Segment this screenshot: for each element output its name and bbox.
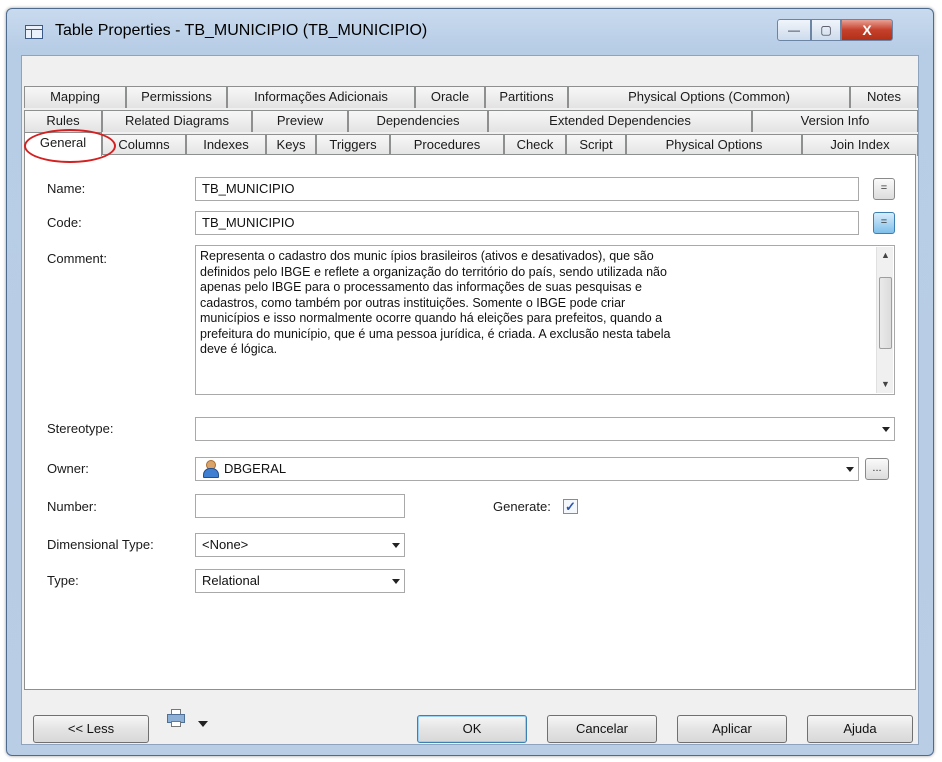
title-bar[interactable]: Table Properties - TB_MUNICIPIO (TB_MUNI… — [7, 9, 933, 51]
tab-row-1: Mapping Permissions Informações Adiciona… — [24, 86, 918, 108]
comment-line: municípios e isso normalmente ocorre qua… — [200, 311, 663, 325]
tab-triggers[interactable]: Triggers — [316, 134, 390, 156]
name-label: Name: — [47, 181, 86, 196]
comment-line: apenas pelo IBGE para o processamento da… — [200, 280, 642, 294]
generate-checkbox[interactable]: ✓ — [563, 499, 578, 514]
tab-extended-dependencies[interactable]: Extended Dependencies — [488, 110, 752, 132]
tab-permissions[interactable]: Permissions — [126, 86, 227, 108]
name-code-link-button[interactable]: = — [873, 178, 895, 200]
scroll-up-icon[interactable]: ▲ — [877, 247, 894, 264]
table-icon — [25, 25, 43, 39]
window-title: Table Properties - TB_MUNICIPIO (TB_MUNI… — [55, 22, 428, 39]
ok-button[interactable]: OK — [417, 715, 527, 743]
number-label: Number: — [47, 499, 97, 514]
tab-row-2: Rules Related Diagrams Preview Dependenc… — [24, 110, 918, 132]
minimize-button[interactable]: — — [777, 19, 811, 41]
type-select[interactable]: Relational — [195, 569, 405, 593]
scroll-thumb[interactable] — [879, 277, 892, 349]
help-button[interactable]: Ajuda — [807, 715, 913, 743]
code-field[interactable]: TB_MUNICIPIO — [195, 211, 859, 235]
tab-script[interactable]: Script — [566, 134, 626, 156]
dimensional-type-value: <None> — [202, 537, 249, 552]
dimensional-type-select[interactable]: <None> — [195, 533, 405, 557]
tab-notes[interactable]: Notes — [850, 86, 918, 108]
tab-indexes[interactable]: Indexes — [186, 134, 266, 156]
number-field[interactable] — [195, 494, 405, 518]
owner-label: Owner: — [47, 461, 89, 476]
cancel-button[interactable]: Cancelar — [547, 715, 657, 743]
tab-partitions[interactable]: Partitions — [485, 86, 568, 108]
owner-value: DBGERAL — [224, 461, 287, 476]
print-icon[interactable] — [167, 709, 185, 727]
highlight-circle — [24, 129, 116, 163]
tab-procedures[interactable]: Procedures — [390, 134, 504, 156]
owner-properties-button[interactable]: ... — [865, 458, 889, 480]
dimensional-type-label: Dimensional Type: — [47, 537, 154, 552]
user-icon — [202, 460, 219, 478]
table-properties-window: Table Properties - TB_MUNICIPIO (TB_MUNI… — [6, 8, 934, 756]
tab-check[interactable]: Check — [504, 134, 566, 156]
chevron-down-icon — [846, 467, 854, 472]
tab-oracle[interactable]: Oracle — [415, 86, 485, 108]
type-label: Type: — [47, 573, 79, 588]
tab-related-diagrams[interactable]: Related Diagrams — [102, 110, 252, 132]
tab-keys[interactable]: Keys — [266, 134, 316, 156]
scroll-down-icon[interactable]: ▼ — [877, 376, 894, 393]
tab-physical-options[interactable]: Physical Options — [626, 134, 802, 156]
owner-combo[interactable]: DBGERAL — [195, 457, 859, 481]
tab-mapping[interactable]: Mapping — [24, 86, 126, 108]
less-button[interactable]: << Less — [33, 715, 149, 743]
tab-dependencies[interactable]: Dependencies — [348, 110, 488, 132]
tab-physical-options-common[interactable]: Physical Options (Common) — [568, 86, 850, 108]
apply-button[interactable]: Aplicar — [677, 715, 787, 743]
tab-preview[interactable]: Preview — [252, 110, 348, 132]
code-link-button[interactable]: = — [873, 212, 895, 234]
chevron-down-icon — [392, 543, 400, 548]
tab-strip-divider — [24, 154, 916, 155]
general-tab-panel: Name: TB_MUNICIPIO = Code: TB_MUNICIPIO … — [24, 155, 916, 690]
stereotype-combo[interactable] — [195, 417, 895, 441]
tab-version-info[interactable]: Version Info — [752, 110, 918, 132]
comment-line: cadastros, como também por outras instit… — [200, 295, 626, 310]
maximize-button[interactable]: ▢ — [811, 19, 841, 41]
stereotype-label: Stereotype: — [47, 421, 114, 436]
generate-label: Generate: — [493, 499, 551, 514]
print-dropdown-icon[interactable] — [198, 721, 208, 727]
close-button[interactable]: X — [841, 19, 893, 41]
comment-label: Comment: — [47, 251, 107, 266]
code-label: Code: — [47, 215, 82, 230]
name-field[interactable]: TB_MUNICIPIO — [195, 177, 859, 201]
dialog-client-area: Mapping Permissions Informações Adiciona… — [21, 55, 919, 745]
comment-scrollbar[interactable]: ▲ ▼ — [876, 247, 893, 393]
tab-informacoes-adicionais[interactable]: Informações Adicionais — [227, 86, 415, 108]
type-value: Relational — [202, 573, 260, 588]
tab-row-3: General Columns Indexes Keys Triggers Pr… — [24, 132, 918, 156]
comment-line: deve é lógica. — [200, 342, 278, 356]
comment-line: Representa o cadastro dos munic ípios br… — [200, 249, 654, 263]
comment-line: prefeitura do município, que é uma pesso… — [200, 326, 671, 341]
tab-join-index[interactable]: Join Index — [802, 134, 918, 156]
chevron-down-icon — [882, 427, 890, 432]
chevron-down-icon — [392, 579, 400, 584]
comment-textarea[interactable]: Representa o cadastro dos munic ípios br… — [195, 245, 895, 395]
comment-line: definidos pelo IBGE e reflete a organiza… — [200, 264, 667, 279]
